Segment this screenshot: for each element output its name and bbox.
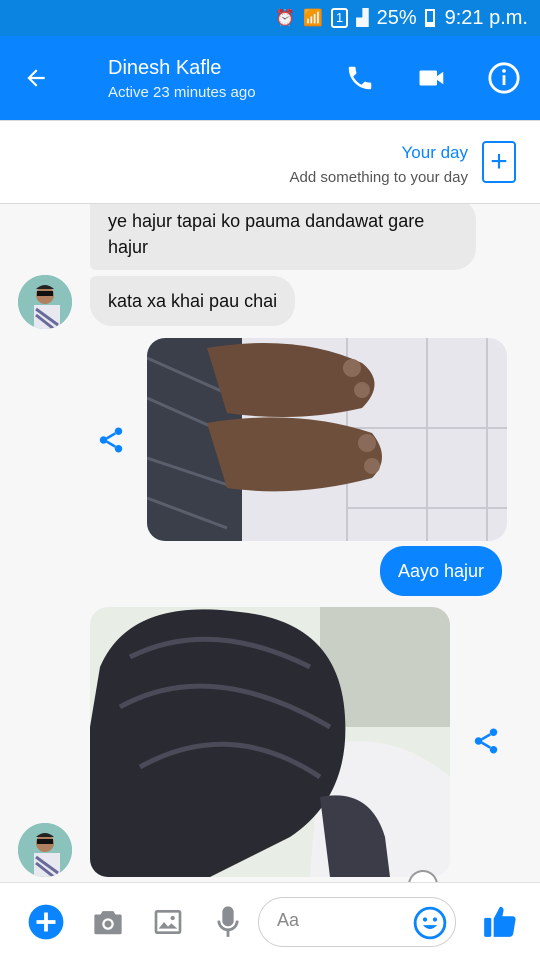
contact-name: Dinesh Kafle [108, 56, 222, 79]
plus-circle-icon [28, 904, 64, 940]
add-to-day-button[interactable]: + [482, 141, 516, 183]
avatar[interactable] [18, 275, 72, 329]
sim-badge: 1 [331, 8, 349, 28]
voice-message-button[interactable] [208, 902, 248, 942]
share-icon [99, 427, 123, 453]
share-button[interactable] [466, 721, 506, 761]
photo-feet [147, 338, 507, 541]
avatar[interactable] [18, 823, 72, 877]
avatar-photo [18, 275, 72, 329]
video-call-button[interactable] [396, 36, 468, 120]
wifi-icon: 📶 [303, 10, 324, 27]
status-bar: ⏰ 📶 1 ▟ 25% 9:21 p.m. [0, 0, 540, 36]
gallery-button[interactable] [148, 902, 188, 942]
battery-percent: 25% [376, 6, 417, 29]
message-input-box[interactable] [258, 897, 456, 947]
photo-hair [90, 607, 450, 877]
share-icon [474, 728, 498, 754]
message-composer [0, 882, 540, 960]
info-icon [488, 62, 520, 94]
battery-icon [424, 9, 435, 27]
plus-icon: + [490, 145, 508, 178]
incoming-message[interactable]: ye hajur tapai ko pauma dandawat gare ha… [90, 204, 476, 270]
more-actions-button[interactable] [26, 902, 66, 942]
camera-icon [94, 911, 122, 935]
alarm-icon: ⏰ [275, 10, 296, 27]
thumbs-up-icon [484, 906, 516, 937]
avatar-photo [18, 823, 72, 877]
incoming-message[interactable]: kata xa khai pau chai [90, 276, 296, 326]
arrow-left-icon [27, 69, 45, 87]
camera-button[interactable] [88, 902, 128, 942]
message-text: Aayo hajur [397, 561, 484, 581]
info-button[interactable] [468, 36, 540, 120]
active-status: Active 23 minutes ago [108, 83, 256, 101]
outgoing-message[interactable]: Aayo hajur [379, 546, 502, 596]
your-day-subtitle: Add something to your day [289, 169, 468, 186]
your-day-title: Your day [401, 143, 468, 162]
voice-call-button[interactable] [324, 36, 396, 120]
share-button[interactable] [91, 420, 131, 460]
signal-icon: ▟ [356, 10, 369, 27]
incoming-image[interactable] [90, 607, 450, 877]
image-icon [154, 910, 182, 934]
back-button[interactable] [0, 36, 72, 120]
message-text: ye hajur tapai ko pauma dandawat gare ha… [108, 211, 425, 257]
message-list[interactable]: ye hajur tapai ko pauma dandawat gare ha… [0, 204, 540, 882]
clock: 9:21 p.m. [444, 6, 528, 29]
like-button[interactable] [478, 899, 522, 943]
your-day-bar[interactable]: Your day Add something to your day + [0, 120, 540, 204]
contact-title[interactable]: Dinesh Kafle Active 23 minutes ago [72, 56, 324, 101]
video-camera-icon [419, 70, 444, 86]
conversation-header: Dinesh Kafle Active 23 minutes ago [0, 36, 540, 120]
outgoing-image[interactable] [147, 338, 507, 541]
microphone-icon [217, 906, 239, 937]
message-text: kata xa khai pau chai [108, 291, 278, 311]
phone-icon [348, 66, 372, 90]
emoji-icon[interactable] [413, 906, 447, 940]
message-input[interactable] [277, 910, 407, 931]
